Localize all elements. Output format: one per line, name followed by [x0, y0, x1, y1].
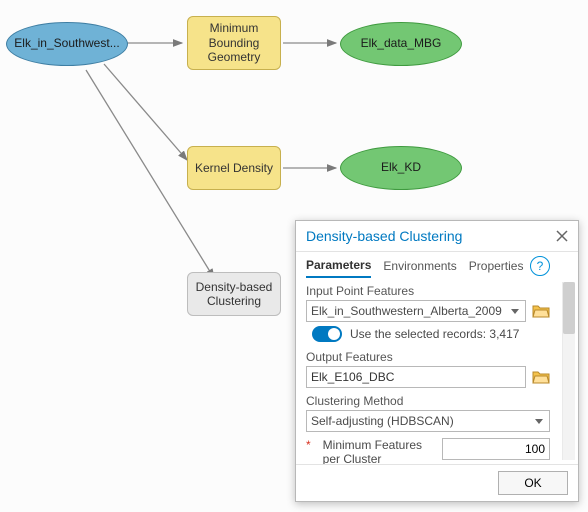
dialog-body: Input Point Features Elk_in_Southwestern… — [296, 278, 578, 464]
ok-button[interactable]: OK — [498, 471, 568, 495]
node-kd-output[interactable]: Elk_KD — [340, 146, 462, 190]
clustering-method-select[interactable]: Self-adjusting (HDBSCAN) — [306, 410, 550, 432]
browse-input-icon[interactable] — [532, 303, 550, 319]
input-features-select[interactable]: Elk_in_Southwestern_Alberta_2009 — [306, 300, 526, 322]
use-selected-toggle[interactable] — [312, 326, 342, 342]
tool-dialog: Density-based Clustering Parameters Envi… — [295, 220, 579, 502]
scrollbar-thumb[interactable] — [563, 282, 575, 334]
tab-properties[interactable]: Properties — [469, 259, 524, 277]
close-icon[interactable] — [554, 228, 570, 244]
tab-parameters[interactable]: Parameters — [306, 258, 371, 278]
output-features-input[interactable] — [306, 366, 526, 388]
dialog-header: Density-based Clustering — [296, 221, 578, 252]
node-input-data[interactable]: Elk_in_Southwest... — [6, 22, 128, 66]
node-mbg-tool[interactable]: Minimum Bounding Geometry — [187, 16, 281, 70]
tab-environments[interactable]: Environments — [383, 259, 456, 277]
node-label: Elk_KD — [381, 161, 421, 175]
node-label: Elk_data_MBG — [361, 37, 442, 51]
dialog-footer: OK — [296, 464, 578, 501]
dialog-title: Density-based Clustering — [306, 228, 462, 244]
required-asterisk: * — [306, 438, 311, 452]
min-features-label: Minimum Features per Cluster — [323, 438, 434, 464]
node-label: Elk_in_Southwest... — [14, 37, 119, 51]
node-label: Minimum Bounding Geometry — [194, 21, 274, 64]
min-features-input[interactable] — [442, 438, 550, 460]
browse-output-icon[interactable] — [532, 369, 550, 385]
node-dbc-tool[interactable]: Density-based Clustering — [187, 272, 281, 316]
help-icon[interactable]: ? — [530, 256, 550, 276]
node-mbg-output[interactable]: Elk_data_MBG — [340, 22, 462, 66]
node-label: Kernel Density — [195, 161, 273, 175]
input-features-label: Input Point Features — [306, 284, 550, 298]
node-label: Density-based Clustering — [194, 280, 274, 309]
clustering-method-label: Clustering Method — [306, 394, 550, 408]
node-kd-tool[interactable]: Kernel Density — [187, 146, 281, 190]
dialog-tabs: Parameters Environments Properties ? — [296, 252, 578, 278]
output-features-label: Output Features — [306, 350, 550, 364]
input-features-value: Elk_in_Southwestern_Alberta_2009 — [311, 304, 502, 318]
clustering-method-value: Self-adjusting (HDBSCAN) — [311, 414, 454, 428]
use-selected-label: Use the selected records: 3,417 — [350, 327, 519, 341]
